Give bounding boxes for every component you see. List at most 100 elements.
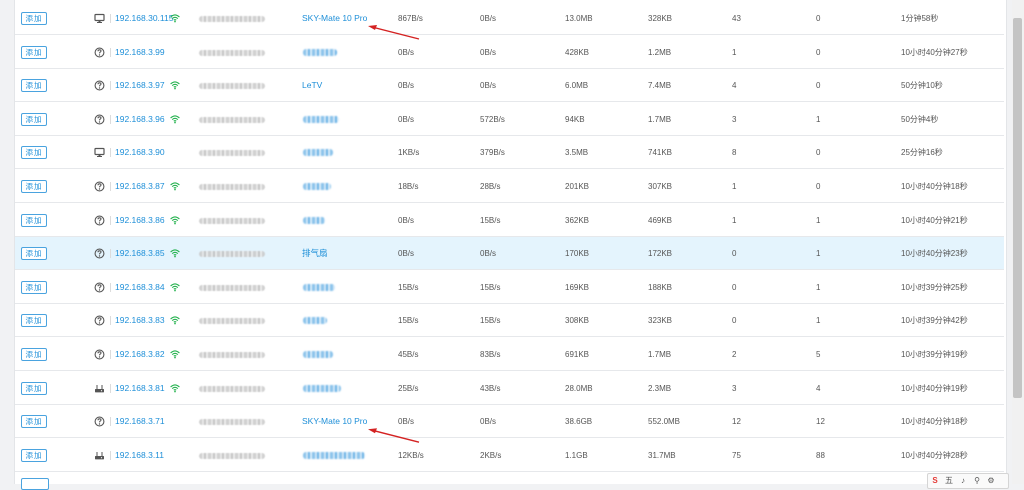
total-upload: 170KB (565, 249, 590, 259)
device-name-link[interactable]: LeTV (302, 69, 322, 102)
device-name-redacted[interactable] (303, 183, 331, 190)
online-duration: 10小时40分钟23秒 (901, 249, 968, 259)
question-icon (94, 47, 105, 58)
total-download: 1.7MB (648, 114, 672, 124)
device-name-redacted[interactable] (303, 149, 333, 157)
connection-count: 1 (732, 182, 737, 191)
add-button[interactable]: 添加 (21, 247, 47, 261)
add-button[interactable]: 添加 (21, 112, 47, 126)
table-row[interactable]: 添加 192.168.3.87 18B/s 28B/s 201KB 307KB 1 0 10小时… (15, 170, 1004, 203)
ip-address-link[interactable]: 192.168.3.81 (115, 372, 165, 405)
upload-speed: 867B/s (398, 14, 423, 23)
table-row[interactable]: 添加 192.168.3.97 LeTV 0B/s 0B/s 6.0MB 7.4MB 4 0 50… (15, 69, 1004, 103)
scrollbar-thumb[interactable] (1013, 18, 1022, 398)
device-name-redacted[interactable] (303, 48, 337, 56)
total-upload: 38.6GB (565, 417, 593, 427)
connection-count-2: 88 (816, 450, 825, 460)
device-name-redacted[interactable] (303, 283, 335, 291)
total-download: 172KB (648, 249, 673, 259)
device-name-redacted[interactable] (303, 216, 325, 224)
connection-count-2: 5 (816, 350, 821, 359)
ip-address-link[interactable]: 192.168.30.115 (115, 2, 173, 35)
total-upload: 201KB (565, 182, 590, 191)
divider (110, 383, 111, 393)
device-name-link[interactable]: SKY-Mate 10 Pro (302, 2, 367, 35)
online-duration: 10小时39分钟19秒 (901, 350, 968, 359)
table-row[interactable]: 添加 192.168.3.99 0B/s 0B/s 428KB 1.2MB 1 0 10小时40… (15, 36, 1004, 69)
upload-speed: 45B/s (398, 350, 419, 359)
online-duration: 50分钟4秒 (901, 114, 939, 124)
table-row[interactable]: 添加 192.168.3.11 12KB/s 2KB/s 1.1GB 31.7MB 75 88… (15, 439, 1004, 472)
device-name-redacted[interactable] (303, 115, 339, 123)
mac-address-redacted (199, 217, 265, 224)
ip-address-link[interactable]: 192.168.3.11 (115, 439, 164, 472)
device-name-link[interactable]: 排气扇 (302, 237, 328, 270)
add-button[interactable]: 添加 (21, 146, 47, 160)
question-icon (94, 181, 105, 192)
upload-speed: 0B/s (398, 215, 415, 225)
upload-speed: 0B/s (398, 249, 415, 259)
device-name-redacted[interactable] (303, 317, 327, 325)
wifi-icon (170, 248, 180, 258)
wifi-icon (170, 215, 180, 225)
total-upload: 362KB (565, 215, 590, 225)
add-button[interactable]: 添加 (21, 381, 47, 395)
monitor-icon (94, 147, 105, 158)
device-name-redacted[interactable] (303, 384, 341, 392)
ip-address-link[interactable]: 192.168.3.84 (115, 271, 165, 304)
add-button[interactable]: 添加 (21, 45, 47, 59)
device-name-redacted[interactable] (303, 451, 365, 459)
upload-speed: 1KB/s (398, 148, 420, 158)
ip-address-link[interactable]: 192.168.3.83 (115, 304, 165, 337)
question-icon (94, 315, 105, 326)
add-button-partial[interactable] (21, 478, 49, 490)
ime-user-icon[interactable]: ⚲ (970, 474, 984, 488)
table-row[interactable]: 添加 192.168.3.81 25B/s 43B/s 28.0MB 2.3MB 3 4 10小… (15, 372, 1004, 405)
table-row[interactable]: 添加 192.168.3.96 0B/s 572B/s 94KB 1.7MB 3 1 50分钟4… (15, 103, 1004, 136)
add-button[interactable]: 添加 (21, 415, 47, 429)
ip-address-link[interactable]: 192.168.3.86 (115, 204, 165, 237)
ime-logo-icon[interactable]: S (928, 474, 942, 488)
table-row[interactable]: 添加 192.168.30.115 SKY-Mate 10 Pro 867B/s 0B/… (15, 2, 1004, 35)
total-upload: 691KB (565, 350, 590, 359)
ip-address-link[interactable]: 192.168.3.96 (115, 103, 165, 136)
download-speed: 0B/s (480, 81, 497, 91)
device-name-redacted[interactable] (303, 351, 333, 358)
download-speed: 572B/s (480, 114, 505, 124)
add-button[interactable]: 添加 (21, 12, 47, 25)
ip-address-link[interactable]: 192.168.3.99 (115, 36, 165, 69)
add-button[interactable]: 添加 (21, 79, 47, 93)
floating-ime-toolbar[interactable]: S 五 ♪ ⚲ ⚙ (927, 473, 1009, 489)
table-row[interactable]: 添加 192.168.3.84 15B/s 15B/s 169KB 188KB 0 1 10小时… (15, 271, 1004, 304)
question-icon (94, 114, 105, 125)
ip-address-link[interactable]: 192.168.3.82 (115, 338, 165, 371)
total-upload: 428KB (565, 47, 590, 57)
ime-punct-icon[interactable]: ♪ (956, 474, 970, 488)
table-row[interactable]: 添加 192.168.3.83 15B/s 15B/s 308KB 323KB 0 1 10小时… (15, 304, 1004, 338)
table-row[interactable]: 添加 192.168.3.85 排气扇 0B/s 0B/s 170KB 172KB 0 1 10小… (15, 237, 1004, 271)
ip-address-link[interactable]: 192.168.3.90 (115, 136, 165, 169)
wifi-icon (170, 349, 180, 359)
ip-address-link[interactable]: 192.168.3.71 (115, 405, 165, 438)
table-row[interactable]: 添加 192.168.3.71 SKY-Mate 10 Pro 0B/s 0B/s 38.… (15, 405, 1004, 439)
mac-address-redacted (199, 116, 265, 123)
connection-count-2: 1 (816, 282, 821, 292)
ip-address-link[interactable]: 192.168.3.85 (115, 237, 165, 270)
ime-mode-icon[interactable]: 五 (942, 474, 956, 488)
ime-settings-icon[interactable]: ⚙ (984, 474, 998, 488)
upload-speed: 15B/s (398, 282, 419, 292)
table-row[interactable]: 添加 192.168.3.86 0B/s 15B/s 362KB 469KB 1 1 10小时4… (15, 204, 1004, 237)
add-button[interactable]: 添加 (21, 348, 47, 361)
add-button[interactable]: 添加 (21, 180, 47, 193)
table-row[interactable]: 添加 192.168.3.90 1KB/s 379B/s 3.5MB 741KB 8 0 25分… (15, 136, 1004, 170)
add-button[interactable]: 添加 (21, 448, 47, 462)
device-name-link[interactable]: SKY-Mate 10 Pro (302, 405, 367, 438)
table-row[interactable]: 添加 192.168.3.82 45B/s 83B/s 691KB 1.7MB 2 5 10小时… (15, 338, 1004, 371)
mac-address-redacted (199, 16, 265, 22)
ip-address-link[interactable]: 192.168.3.97 (115, 69, 165, 102)
add-button[interactable]: 添加 (21, 314, 47, 328)
add-button[interactable]: 添加 (21, 280, 47, 294)
ip-address-link[interactable]: 192.168.3.87 (115, 170, 165, 203)
total-upload: 3.5MB (565, 148, 589, 158)
add-button[interactable]: 添加 (21, 213, 47, 227)
